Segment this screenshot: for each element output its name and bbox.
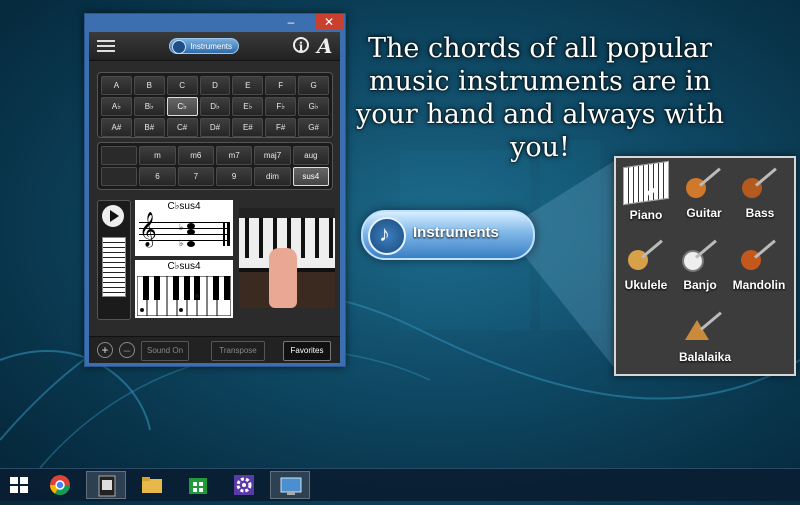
app-content: Instruments i A A B C D E F G A♭ B♭ C♭ D♭ E♭ F♭ G♭ A# B… (89, 32, 340, 363)
chord-type-key (101, 146, 138, 165)
chord-type-key (101, 167, 138, 186)
instruments-panel: ✔ Piano Guitar Bass Ukulele Banjo Mandol… (614, 156, 796, 376)
note-key[interactable]: G# (298, 118, 329, 137)
highlight-beam (520, 160, 616, 370)
window-titlebar[interactable]: – ✕ (85, 14, 345, 32)
chord-display: C♭sus4 𝄞 ♭ ♭ C♭sus4 (97, 196, 335, 324)
note-key[interactable]: A (101, 76, 132, 95)
staff-notes: ♭ ♭ (179, 222, 230, 248)
instrument-icon (368, 217, 406, 255)
instrument-icon (172, 40, 186, 54)
note-key[interactable]: E# (232, 118, 264, 137)
note-key[interactable]: A# (101, 118, 132, 137)
taskbar (0, 468, 800, 501)
hand-on-piano-image (239, 208, 335, 308)
staff-notation: C♭sus4 𝄞 ♭ ♭ (135, 200, 233, 256)
note-key[interactable]: F♭ (265, 97, 297, 116)
mini-keyboard-icon[interactable] (102, 237, 126, 297)
note-key[interactable]: C# (166, 118, 198, 137)
note-key[interactable]: C (166, 76, 198, 95)
mandolin-icon (737, 236, 781, 272)
chord-type-selector: m m6 m7 maj7 aug 6 7 9 dim sus4 (97, 142, 333, 190)
keyboard-keys (137, 276, 231, 316)
note-key[interactable]: B# (133, 118, 165, 137)
note-selector: A B C D E F G A♭ B♭ C♭ D♭ E♭ F♭ G♭ A# B# C# D# E# F# G# (97, 72, 333, 138)
menu-icon[interactable] (97, 40, 115, 52)
play-button[interactable] (102, 205, 124, 227)
note-key[interactable]: D# (199, 118, 231, 137)
instrument-piano[interactable]: ✔ Piano (618, 160, 674, 224)
chord-type-key[interactable]: dim (254, 167, 291, 186)
guitar-icon (682, 164, 726, 200)
instrument-balalaika[interactable]: Balalaika (672, 308, 738, 368)
instruments-feature-button[interactable]: Instruments (361, 210, 535, 260)
chord-type-key[interactable]: 6 (139, 167, 176, 186)
chord-type-key[interactable]: 7 (177, 167, 214, 186)
note-key[interactable]: E♭ (232, 97, 264, 116)
close-icon[interactable]: ✕ (315, 14, 343, 30)
control-panel-icon[interactable] (270, 471, 310, 499)
windows-start-icon[interactable] (10, 477, 28, 493)
note-key[interactable]: G♭ (298, 97, 329, 116)
instruments-button[interactable]: Instruments (169, 38, 239, 54)
instruments-feature-label: Instruments (413, 224, 499, 241)
svg-text:♭: ♭ (179, 238, 183, 248)
note-key[interactable]: F# (265, 118, 297, 137)
instrument-banjo[interactable]: Banjo (672, 236, 728, 296)
favorites-button[interactable]: Favorites (283, 341, 331, 361)
add-button[interactable]: + (97, 342, 113, 358)
note-key[interactable]: D♭ (199, 97, 231, 116)
minimize-icon[interactable]: – (279, 14, 303, 30)
headline-text: The chords of all popular music instrume… (355, 33, 725, 163)
chord-type-key[interactable]: m (139, 146, 176, 165)
bass-icon (738, 164, 782, 200)
chord-type-key[interactable]: 9 (215, 167, 253, 186)
keyboard-diagram: C♭sus4 (135, 260, 233, 318)
file-explorer-icon[interactable] (132, 471, 172, 499)
instrument-bass[interactable]: Bass (732, 164, 788, 224)
note-key[interactable]: D (199, 76, 231, 95)
remove-button[interactable]: – (119, 342, 135, 358)
transpose-button[interactable]: Transpose (211, 341, 265, 361)
checkmark-icon: ✔ (646, 184, 660, 201)
chord-type-key[interactable]: maj7 (254, 146, 291, 165)
chord-type-key[interactable]: m6 (177, 146, 214, 165)
balalaika-icon (683, 308, 727, 344)
app-window: – ✕ Instruments i A A B C D E F G A♭ B♭ C♭ D♭ E♭ F♭ G… (84, 13, 346, 367)
chrome-icon[interactable] (40, 471, 80, 499)
note-key[interactable]: G (298, 76, 329, 95)
instruments-button-label: Instruments (190, 42, 232, 51)
note-key[interactable]: F (265, 76, 297, 95)
note-key[interactable]: B (133, 76, 165, 95)
note-key[interactable]: B♭ (133, 97, 165, 116)
store-icon[interactable] (178, 471, 218, 499)
note-key[interactable]: A♭ (101, 97, 132, 116)
app-toolbar: Instruments i A (89, 32, 340, 61)
play-column (97, 200, 131, 320)
chord-app-icon[interactable] (86, 471, 126, 499)
settings-icon[interactable] (224, 471, 264, 499)
ukulele-icon (624, 236, 668, 272)
instrument-guitar[interactable]: Guitar (676, 164, 732, 224)
chord-type-key[interactable]: m7 (215, 146, 253, 165)
instrument-ukulele[interactable]: Ukulele (618, 236, 674, 296)
note-key[interactable]: E (232, 76, 264, 95)
chord-type-key[interactable]: aug (292, 146, 329, 165)
chord-type-key[interactable]: sus4 (292, 167, 329, 186)
note-key[interactable]: C♭ (166, 97, 198, 116)
keyboard-chord-name: C♭sus4 (167, 261, 201, 272)
info-icon[interactable]: i (293, 37, 309, 54)
app-footer: + – Sound On Transpose Favorites (89, 336, 340, 363)
sound-on-button[interactable]: Sound On (141, 341, 189, 361)
banjo-icon (678, 236, 722, 272)
instrument-mandolin[interactable]: Mandolin (728, 236, 790, 296)
svg-text:♭: ♭ (179, 222, 183, 232)
font-icon[interactable]: A (317, 34, 333, 58)
